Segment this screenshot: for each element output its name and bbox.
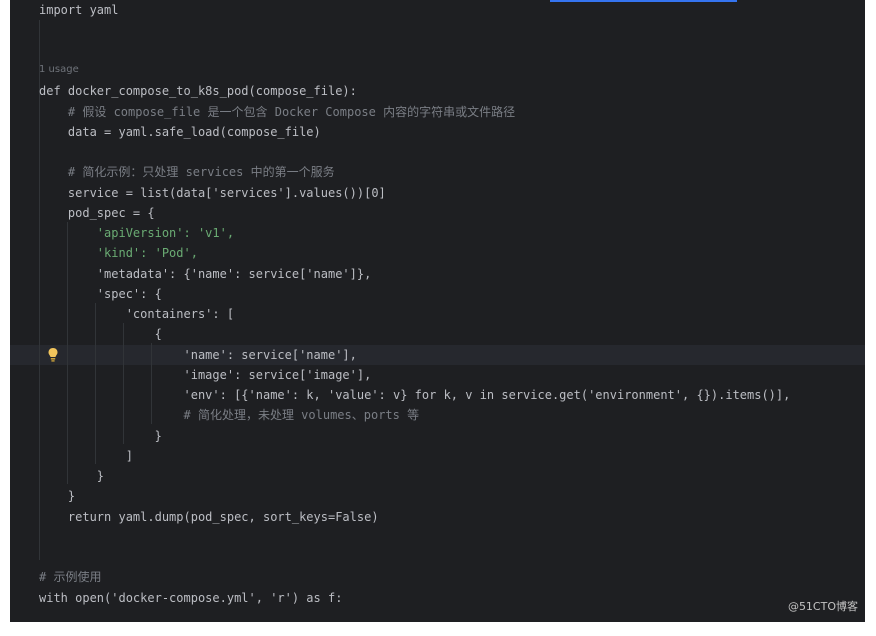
code-editor[interactable]: import yaml 1 usage def docker_compose_t… [10, 0, 865, 636]
code-line: 'kind': 'Pod', [39, 246, 198, 260]
code-line: import yaml [39, 3, 119, 17]
code-line: 'name': service['name'], [39, 348, 357, 362]
page-bottom-strip [0, 622, 876, 636]
code-line: data = yaml.safe_load(compose_file) [39, 125, 321, 139]
watermark: @51CTO博客 [787, 600, 858, 613]
code-comment: # 简化示例：只处理 services 中的第一个服务 [39, 165, 335, 179]
code-comment: # 假设 compose_file 是一个包含 Docker Compose 内… [39, 105, 516, 119]
code-line: } [39, 429, 162, 443]
code-comment: # 简化处理，未处理 volumes、ports 等 [39, 408, 420, 422]
code-comment: # 示例使用 [39, 570, 102, 584]
code-line: 'apiVersion': 'v1', [39, 226, 235, 240]
code-line: } [39, 489, 76, 503]
code-line: ] [39, 449, 133, 463]
code-line: 'metadata': {'name': service['name']}, [39, 267, 372, 281]
code-line: 'image': service['image'], [39, 368, 372, 382]
code-line: def docker_compose_to_k8s_pod(compose_fi… [39, 84, 357, 98]
code-line: 'spec': { [39, 287, 162, 301]
code-line: 'env': [{'name': k, 'value': v} for k, v… [39, 388, 791, 402]
usage-hint[interactable]: 1 usage [39, 64, 79, 75]
code-line: { [39, 327, 162, 341]
code-area[interactable]: import yaml 1 usage def docker_compose_t… [10, 0, 865, 636]
code-line: with open('docker-compose.yml', 'r') as … [39, 591, 343, 605]
code-line: pod_spec = { [39, 206, 155, 220]
code-line: 'containers': [ [39, 307, 235, 321]
code-line: } [39, 469, 105, 483]
code-line: service = list(data['services'].values()… [39, 186, 386, 200]
code-line: return yaml.dump(pod_spec, sort_keys=Fal… [39, 510, 379, 524]
